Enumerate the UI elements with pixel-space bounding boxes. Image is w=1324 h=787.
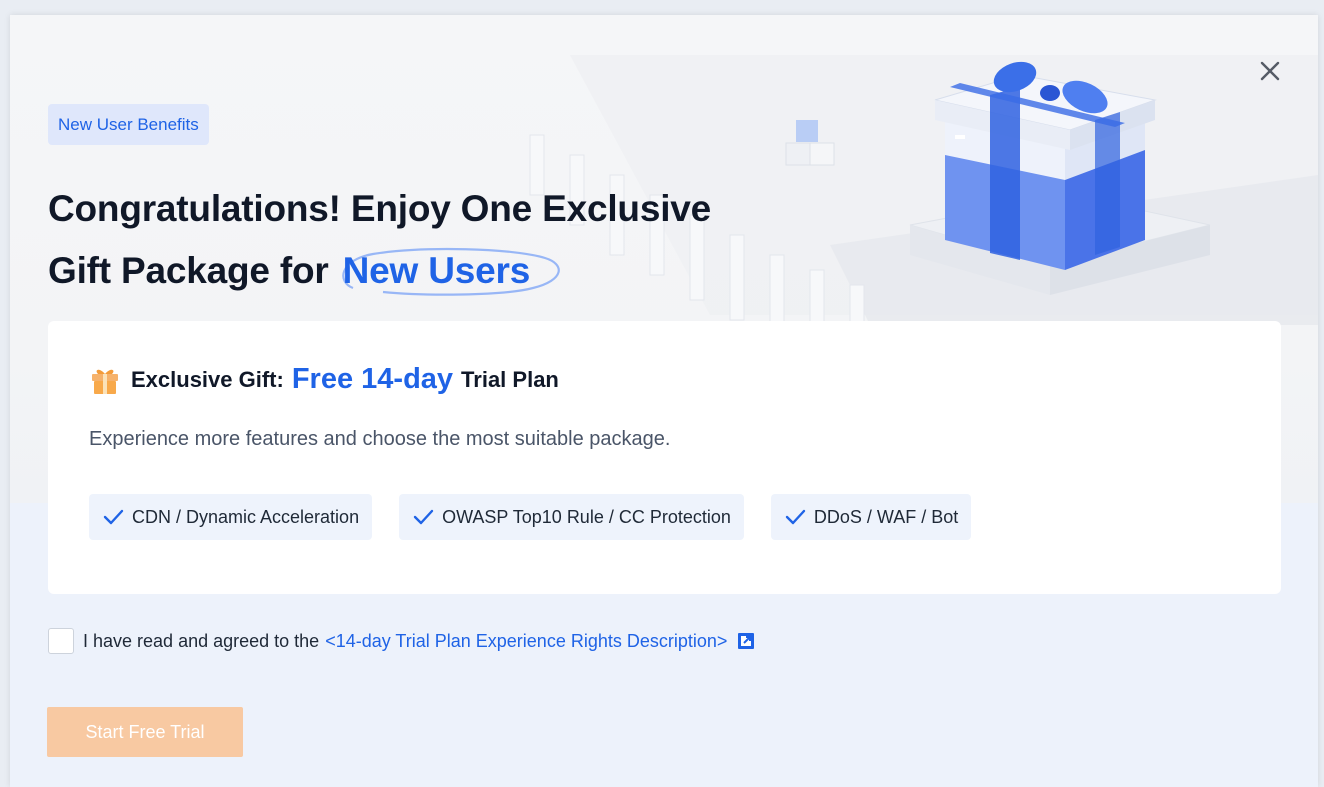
- agreement-row: I have read and agreed to the <14-day Tr…: [48, 628, 755, 654]
- check-icon: [413, 509, 434, 525]
- gift-prefix: Exclusive Gift:: [131, 366, 284, 392]
- agreement-checkbox[interactable]: [48, 628, 74, 654]
- check-icon: [785, 509, 806, 525]
- feature-item: CDN / Dynamic Acceleration: [89, 494, 373, 540]
- gift-card: Exclusive Gift: Free 14-day Trial Plan E…: [48, 321, 1281, 594]
- feature-list: CDN / Dynamic Acceleration OWASP Top10 R…: [89, 494, 998, 540]
- gift-description: Experience more features and choose the …: [89, 428, 671, 450]
- feature-item: OWASP Top10 Rule / CC Protection: [399, 494, 744, 540]
- feature-label: CDN / Dynamic Acceleration: [132, 506, 360, 527]
- start-free-trial-button[interactable]: Start Free Trial: [47, 707, 243, 757]
- new-user-tag: New User Benefits: [48, 104, 209, 145]
- headline-highlight-text: New Users: [342, 250, 531, 291]
- external-link-icon[interactable]: [737, 632, 755, 650]
- trial-offer-modal: New User Benefits Congratulations! Enjoy…: [10, 15, 1318, 787]
- headline-line-1: Congratulations! Enjoy One Exclusive: [48, 188, 712, 229]
- close-button[interactable]: [1256, 57, 1284, 85]
- agreement-text: I have read and agreed to the: [83, 630, 320, 651]
- close-icon: [1260, 61, 1280, 81]
- feature-item: DDoS / WAF / Bot: [770, 494, 972, 540]
- check-icon: [103, 509, 124, 525]
- headline: Congratulations! Enjoy One Exclusive Gif…: [48, 178, 711, 302]
- feature-label: DDoS / WAF / Bot: [813, 506, 959, 527]
- headline-highlight: New Users: [339, 240, 560, 302]
- gift-title: Exclusive Gift: Free 14-day Trial Plan: [89, 363, 559, 396]
- headline-line-2: Gift Package for New Users: [48, 240, 711, 302]
- gift-highlight: Free 14-day: [291, 363, 454, 395]
- rights-description-link[interactable]: <14-day Trial Plan Experience Rights Des…: [325, 631, 727, 652]
- headline-prefix: Gift Package for: [48, 250, 329, 291]
- gift-suffix: Trial Plan: [461, 366, 559, 392]
- feature-label: OWASP Top10 Rule / CC Protection: [442, 506, 731, 527]
- gift-icon: [92, 369, 118, 394]
